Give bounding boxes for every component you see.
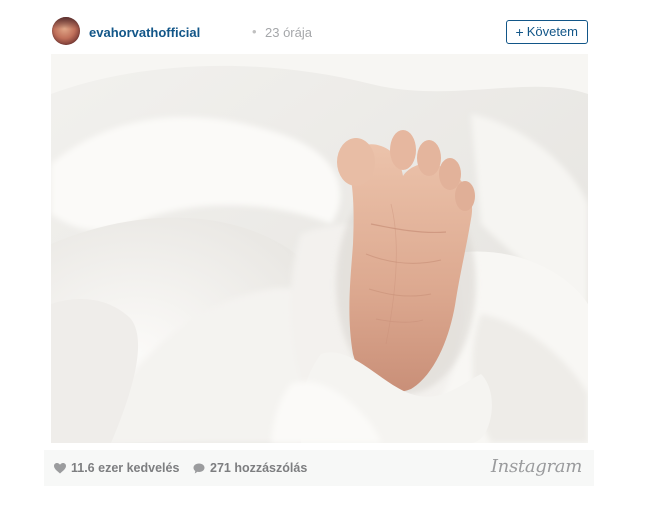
- avatar[interactable]: [52, 17, 80, 45]
- heart-icon: [54, 462, 66, 473]
- likes-label: 11.6 ezer kedvelés: [71, 461, 180, 475]
- comments-label: 271 hozzászólás: [210, 461, 308, 475]
- post-header: evahorvathofficial • 23 órája + Követem: [52, 16, 588, 48]
- follow-button-label: Követem: [526, 24, 578, 39]
- post-footer: 11.6 ezer kedvelés 271 hozzászólás Insta…: [44, 450, 594, 486]
- username-link[interactable]: evahorvathofficial: [89, 25, 200, 40]
- instagram-embed: evahorvathofficial • 23 órája + Követem: [0, 0, 662, 505]
- baby-foot-in-blanket-image: [51, 54, 588, 443]
- likes-count[interactable]: 11.6 ezer kedvelés: [54, 461, 179, 475]
- comments-count[interactable]: 271 hozzászólás: [193, 461, 307, 475]
- separator-dot: •: [252, 24, 257, 39]
- follow-button[interactable]: + Követem: [505, 20, 588, 44]
- post-photo[interactable]: [51, 54, 588, 443]
- post-time[interactable]: 23 órája: [265, 25, 312, 40]
- instagram-logo[interactable]: Instagram: [491, 456, 582, 477]
- plus-icon: +: [515, 24, 524, 40]
- speech-bubble-icon: [193, 463, 205, 473]
